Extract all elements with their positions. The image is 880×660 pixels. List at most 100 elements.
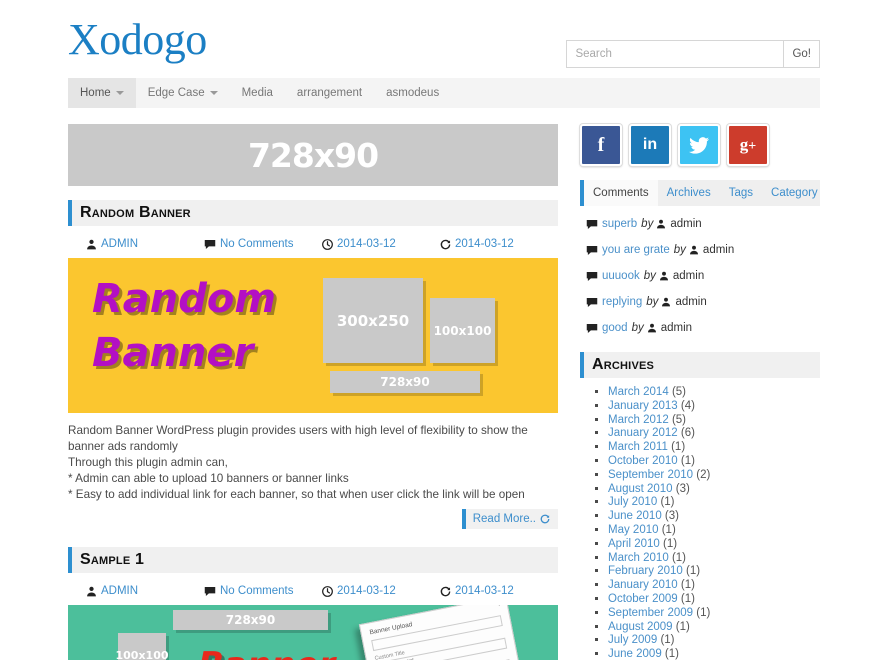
archive-count: (3) [664, 510, 679, 523]
archive-link[interactable]: September 2009 [608, 607, 693, 619]
archive-link[interactable]: September 2010 [608, 469, 693, 481]
tab-archives[interactable]: Archives [658, 180, 720, 206]
archive-link[interactable]: March 2011 [608, 441, 668, 453]
user-icon [661, 297, 671, 307]
list-item[interactable]: May 2010 (1) [608, 524, 820, 538]
nav-item-home[interactable]: Home [68, 78, 136, 108]
nav-item-edge-case[interactable]: Edge Case [136, 78, 230, 108]
list-item[interactable]: April 2010 (1) [608, 538, 820, 552]
list-item[interactable]: uuuook by admin [580, 270, 820, 282]
tab-label: Archives [666, 187, 711, 199]
comment-icon [586, 219, 598, 230]
site-title[interactable]: Xodogo [68, 15, 207, 64]
archive-link[interactable]: April 2010 [608, 538, 660, 550]
archive-count: (3) [675, 482, 690, 495]
list-item[interactable]: October 2010 (1) [608, 455, 820, 469]
list-item[interactable]: September 2009 (1) [608, 607, 820, 621]
archive-link[interactable]: January 2013 [608, 400, 678, 412]
nav-item-media[interactable]: Media [230, 78, 285, 108]
comment-author: admin [675, 296, 707, 308]
nav-item-arrangement[interactable]: arrangement [285, 78, 374, 108]
meta-published-date[interactable]: 2014-03-12 [322, 585, 440, 597]
comment-by-label: by [631, 322, 644, 334]
archive-link[interactable]: June 2010 [608, 510, 662, 522]
meta-published-date[interactable]: 2014-03-12 [322, 238, 440, 250]
comment-icon [586, 245, 598, 256]
post-body-line: * Admin can able to upload 10 banners or… [68, 472, 349, 485]
archive-count: (1) [680, 579, 695, 592]
facebook-icon[interactable]: f [580, 124, 622, 166]
meta-author[interactable]: ADMIN [86, 585, 204, 597]
list-item[interactable]: February 2010 (1) [608, 565, 820, 579]
post-title: Sample 1 [80, 551, 145, 568]
archive-link[interactable]: February 2010 [608, 565, 683, 577]
social-links: f in g+ [580, 124, 820, 166]
archive-count: (4) [680, 399, 695, 412]
tab-label: Tags [728, 187, 754, 199]
archives-widget-heading: Archives [580, 352, 820, 378]
list-item[interactable]: good by admin [580, 322, 820, 334]
list-item[interactable]: July 2010 (1) [608, 496, 820, 510]
post-featured-image-sample-1[interactable]: 728x90 100x100 Banner Upload ▾ Banner Up… [68, 605, 558, 660]
nav-item-label: asmodeus [386, 87, 440, 99]
list-item[interactable]: September 2010 (2) [608, 469, 820, 483]
search-input[interactable] [566, 40, 784, 68]
archive-link[interactable]: August 2009 [608, 621, 673, 633]
read-more-label: Read More.. [472, 513, 536, 525]
linkedin-icon[interactable]: in [629, 124, 671, 166]
post-heading-sample-1[interactable]: Sample 1 [68, 547, 558, 573]
post-heading-random-banner[interactable]: Random Banner [68, 200, 558, 226]
list-item[interactable]: March 2014 (5) [608, 386, 820, 400]
tab-comments[interactable]: Comments [584, 180, 658, 206]
archive-link[interactable]: January 2012 [608, 427, 678, 439]
archive-link[interactable]: May 2010 [608, 524, 659, 536]
list-item[interactable]: March 2010 (1) [608, 552, 820, 566]
search-submit-button[interactable]: Go! [783, 40, 820, 68]
user-icon [659, 271, 669, 281]
archive-link[interactable]: March 2014 [608, 386, 669, 398]
list-item[interactable]: superb by admin [580, 218, 820, 230]
archive-link[interactable]: March 2010 [608, 552, 669, 564]
meta-modified-date[interactable]: 2014-03-12 [440, 238, 558, 250]
top-ad-banner[interactable]: 728x90 [68, 124, 558, 186]
nav-item-asmodeus[interactable]: asmodeus [374, 78, 451, 108]
list-item[interactable]: March 2011 (1) [608, 441, 820, 455]
tab-tags[interactable]: Tags [720, 180, 762, 206]
twitter-icon[interactable] [678, 124, 720, 166]
comment-author: admin [660, 322, 693, 334]
list-item[interactable]: July 2009 (1) [608, 634, 820, 648]
archive-link[interactable]: January 2010 [608, 579, 678, 591]
archive-link[interactable]: August 2010 [608, 483, 673, 495]
archives-list: March 2014 (5) January 2013 (4) March 20… [580, 386, 820, 660]
list-item[interactable]: January 2010 (1) [608, 579, 820, 593]
page-root: Xodogo Go! Home Edge Case Media arrangem… [0, 0, 880, 660]
list-item[interactable]: replying by admin [580, 296, 820, 308]
list-item[interactable]: January 2013 (4) [608, 400, 820, 414]
list-item[interactable]: June 2009 (1) [608, 648, 820, 660]
list-item[interactable]: August 2009 (1) [608, 621, 820, 635]
read-more-button[interactable]: Read More.. [461, 509, 558, 529]
banner-word-line1: Random [92, 276, 277, 322]
post-title: Random Banner [80, 204, 191, 221]
meta-comments[interactable]: No Comments [204, 585, 322, 597]
post-featured-image-random-banner[interactable]: Random Banner 300x250 100x100 728x90 [68, 258, 558, 413]
archive-link[interactable]: October 2010 [608, 455, 678, 467]
list-item[interactable]: you are grate by admin [580, 244, 820, 256]
archive-link[interactable]: June 2009 [608, 648, 662, 660]
list-item[interactable]: March 2012 (5) [608, 414, 820, 428]
meta-modified-date[interactable]: 2014-03-12 [440, 585, 558, 597]
list-item[interactable]: January 2012 (6) [608, 427, 820, 441]
post-body: Random Banner WordPress plugin provides … [68, 423, 558, 503]
archive-link[interactable]: July 2009 [608, 634, 657, 646]
meta-author[interactable]: ADMIN [86, 238, 204, 250]
googleplus-icon[interactable]: g+ [727, 124, 769, 166]
list-item[interactable]: August 2010 (3) [608, 483, 820, 497]
tab-label: Category [771, 187, 818, 199]
archive-link[interactable]: March 2012 [608, 414, 669, 426]
archive-link[interactable]: October 2009 [608, 593, 678, 605]
tab-category[interactable]: Category [762, 180, 827, 206]
meta-comments[interactable]: No Comments [204, 238, 322, 250]
list-item[interactable]: October 2009 (1) [608, 593, 820, 607]
archive-link[interactable]: July 2010 [608, 496, 657, 508]
list-item[interactable]: June 2010 (3) [608, 510, 820, 524]
